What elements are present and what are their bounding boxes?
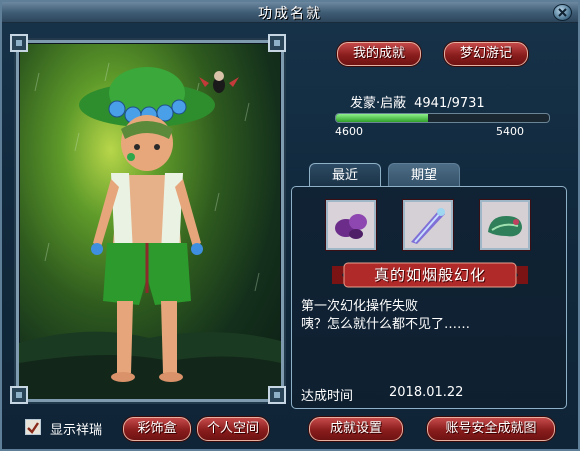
account-security-achievement-button[interactable]: 账号安全成就图: [427, 417, 555, 441]
tab-recent[interactable]: 最近: [309, 163, 381, 186]
frame-corner-ornament: [268, 386, 286, 404]
progress-max-label: 5400: [496, 125, 524, 138]
level-progress-bar: [335, 113, 550, 123]
frame-corner-ornament: [268, 34, 286, 52]
achievement-description-line2: 咦？怎么就什么都不见了……: [301, 317, 471, 332]
crystal-blade-icon[interactable]: [403, 200, 453, 250]
decoration-box-button[interactable]: 彩饰盒: [123, 417, 191, 441]
personal-space-button[interactable]: 个人空间: [197, 417, 269, 441]
achievement-title: 真的如烟般幻化: [373, 266, 486, 284]
progress-min-label: 4600: [335, 125, 363, 138]
achieved-date-label: 达成时间: [301, 389, 354, 404]
achievement-settings-button[interactable]: 成就设置: [309, 417, 403, 441]
green-gourd-icon[interactable]: [480, 200, 530, 250]
level-name: 发蒙·启蔽: [350, 96, 407, 111]
achievement-window: 功成名就 我的成就 梦幻游记 发蒙·启蔽 4941/9731 4600 5400…: [0, 0, 580, 451]
character-illustration: [19, 62, 281, 399]
my-achievements-button[interactable]: 我的成就: [337, 42, 421, 66]
checkmark-icon: [27, 422, 39, 434]
dream-journey-button[interactable]: 梦幻游记: [444, 42, 528, 66]
frame-corner-ornament: [10, 386, 28, 404]
frame-corner-ornament: [10, 34, 28, 52]
achievement-description-line1: 第一次幻化操作失败: [301, 299, 419, 314]
window-title: 功成名就: [258, 6, 322, 22]
show-auspicious-label: 显示祥瑞: [50, 423, 103, 438]
level-progress-fill: [336, 114, 428, 122]
character-portrait: [16, 40, 284, 402]
show-auspicious-checkbox[interactable]: [25, 419, 41, 435]
achieved-date-value: 2018.01.22: [389, 385, 464, 400]
close-icon[interactable]: [553, 4, 572, 21]
title-bar[interactable]: 功成名就: [2, 2, 578, 23]
level-points: 4941/9731: [414, 96, 485, 111]
level-info: 发蒙·启蔽 4941/9731: [350, 92, 485, 111]
tab-expect[interactable]: 期望: [388, 163, 460, 186]
purple-ore-icon[interactable]: [326, 200, 376, 250]
